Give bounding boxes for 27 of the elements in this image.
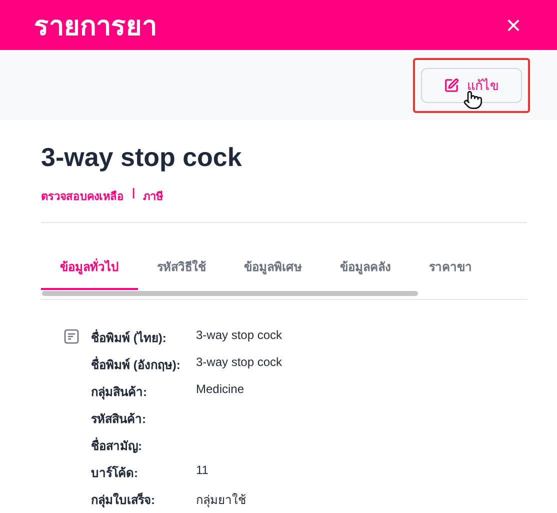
field-value: Medicine: [196, 382, 246, 398]
field-label: บาร์โค้ด:: [91, 464, 139, 480]
edit-button[interactable]: แก้ไข: [421, 68, 522, 102]
field-label: ชื่อพิมพ์ (ไทย):: [91, 328, 168, 345]
document-icon: [64, 329, 79, 344]
window-title: รายการยา: [34, 10, 157, 42]
tab[interactable]: ข้อมูลพิเศษ: [225, 245, 321, 290]
hand-cursor-icon: [463, 90, 483, 110]
field-label: ชื่อพิมพ์ (อังกฤษ):: [91, 355, 182, 372]
tab[interactable]: ข้อมูลคลัง: [321, 245, 410, 290]
field-value: 3-way stop cock: [196, 355, 282, 371]
field-value: 11: [196, 463, 210, 479]
link[interactable]: ตรวจสอบคงเหลือ: [41, 187, 124, 205]
link[interactable]: ภาษี: [143, 187, 164, 205]
edit-icon: [444, 78, 459, 92]
field-label: รหัสสินค้า:: [91, 411, 147, 426]
separator: |: [132, 187, 136, 201]
product-name: 3-way stop cock: [41, 142, 243, 173]
scrollbar-thumb[interactable]: [42, 291, 418, 296]
field-label: ชื่อสามัญ:: [91, 436, 143, 453]
close-button[interactable]: ×: [506, 12, 521, 38]
tab[interactable]: รหัสวิธีใช้: [138, 245, 225, 290]
field-value: กลุ่มยาใช้: [196, 492, 247, 507]
tab[interactable]: ราคาขา: [410, 245, 491, 290]
field-label: กลุ่มสินค้า:: [91, 384, 148, 399]
field-label: กลุ่มใบเสร็จ:: [91, 492, 156, 507]
field-value: 3-way stop cock: [196, 328, 282, 344]
